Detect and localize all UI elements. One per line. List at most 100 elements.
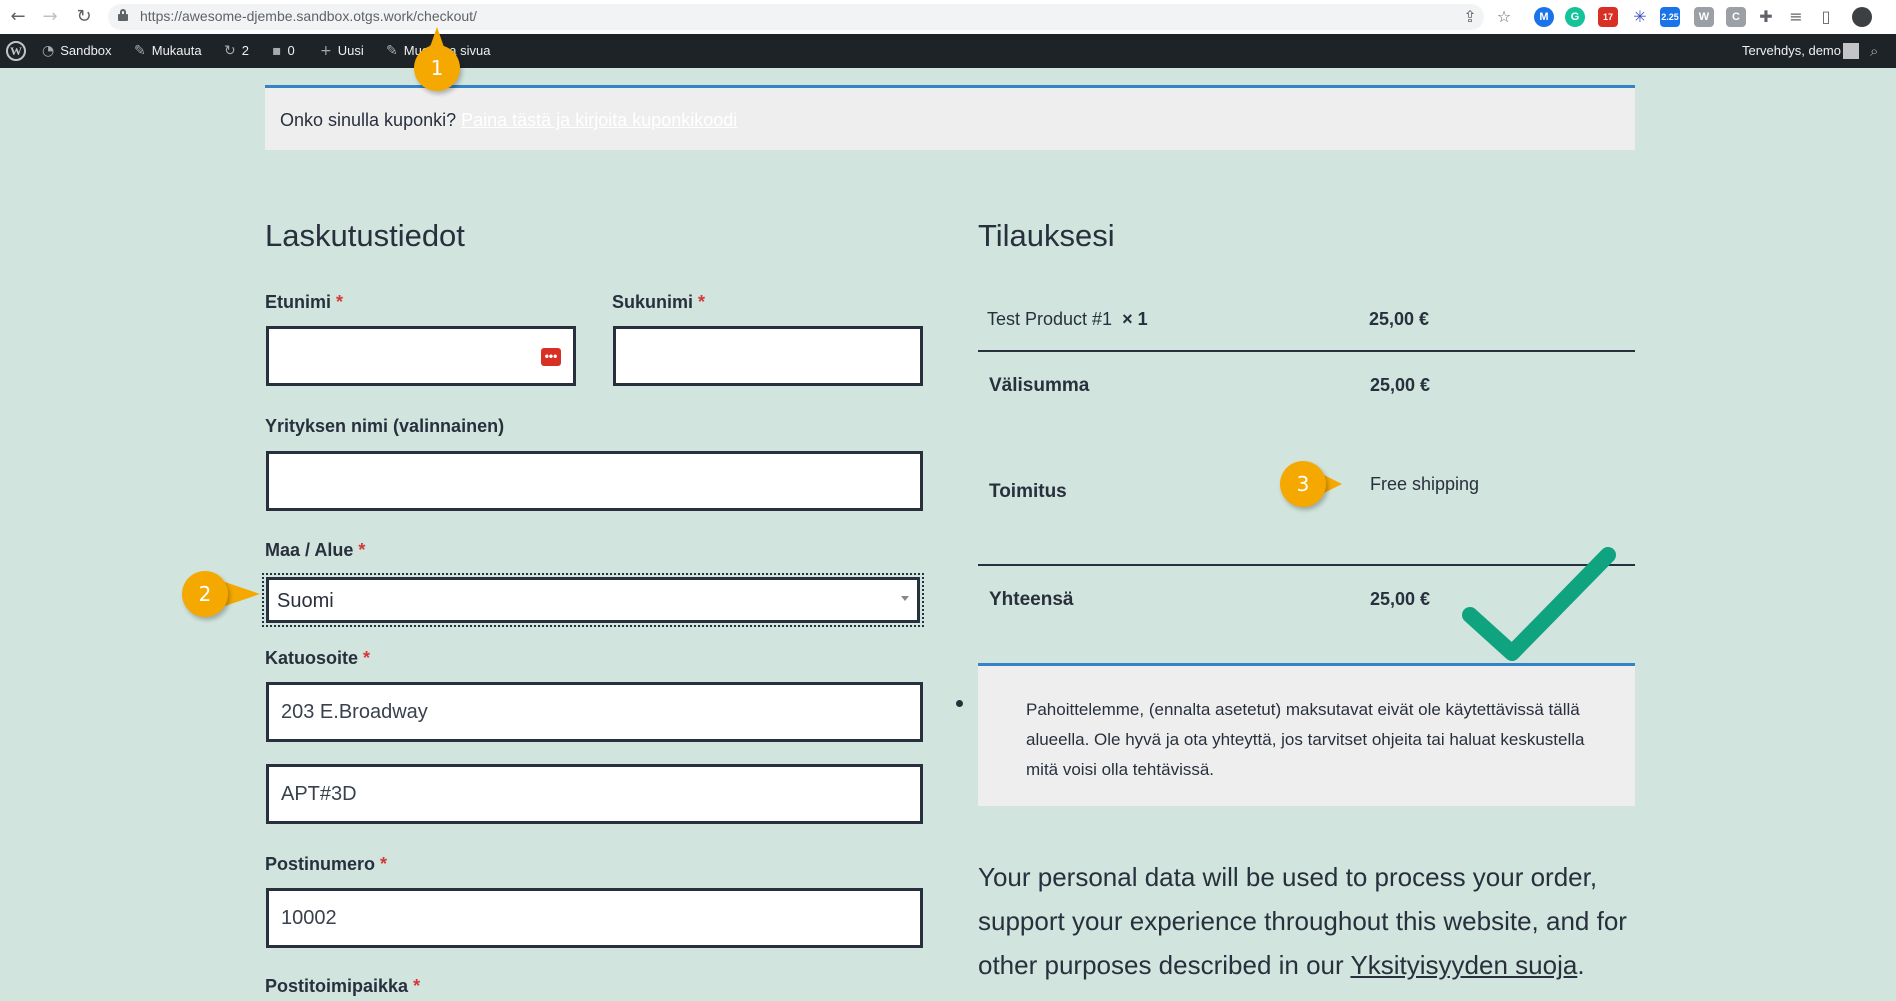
subtotal-label: Välisumma [989,375,1090,396]
password-manager-icon[interactable]: ••• [541,348,561,366]
coupon-text: Onko sinulla kuponki? Paina tästä ja kir… [280,110,737,131]
billing-heading: Laskutustiedot [265,218,465,253]
last-name-label-text: Sukunimi [612,292,694,312]
country-select[interactable]: Suomi [266,577,920,623]
profile-avatar-icon[interactable] [1852,7,1872,27]
annotation-marker-1: 1 [414,27,468,91]
plus-icon: + [320,43,332,59]
malwarebytes-icon[interactable]: M [1534,7,1554,27]
product-quantity: × 1 [1122,309,1148,329]
marker-number: 3 [1296,472,1310,496]
privacy-policy-link[interactable]: Yksityisyyden suoja [1350,950,1577,980]
admin-search-icon[interactable]: ⌕ [1870,34,1878,68]
company-input[interactable] [266,451,923,511]
updates-count: 2 [241,43,249,58]
updates-icon: ↻ [224,43,236,59]
order-product-total: 25,00 € [1369,309,1430,329]
checkmark-icon [1462,547,1616,661]
bookmark-star-icon[interactable]: ☆ [1494,7,1514,27]
privacy-end: . [1577,950,1585,980]
street-address-2-input[interactable]: APT#3D [266,764,923,824]
payment-notice-text: Pahoittelemme, (ennalta asetetut) maksut… [1026,700,1585,779]
admin-greeting: Tervehdys, demo [1742,43,1841,58]
first-name-input[interactable]: ••• [266,326,576,386]
admin-avatar[interactable] [1843,43,1859,59]
last-name-label: Sukunimi * [612,292,705,313]
extension-badge-icon[interactable]: 17 [1598,7,1618,27]
last-name-input[interactable] [613,326,923,386]
required-mark: * [413,976,421,996]
list-bullet [956,700,963,707]
admin-site-link[interactable]: ◔ Sandbox [42,34,112,68]
extensions-puzzle-icon[interactable]: ✚ [1756,7,1776,27]
street-label: Katuosoite * [265,648,370,669]
postcode-label-text: Postinumero [265,854,376,874]
total-label: Yhteensä [989,589,1074,610]
admin-site-label: Sandbox [60,43,112,58]
back-icon[interactable]: ← [6,5,30,29]
privacy-text: Your personal data will be used to proce… [978,855,1638,987]
admin-new-label: Uusi [337,43,364,58]
annotation-marker-2: 2 [182,571,260,617]
required-mark: * [698,292,706,312]
pencil-icon: ✎ [386,43,398,59]
country-select-value: Suomi [277,590,334,612]
grammarly-icon[interactable]: G [1565,7,1585,27]
coupon-notice: Onko sinulla kuponki? Paina tästä ja kir… [265,85,1635,150]
first-name-label-text: Etunimi [265,292,331,312]
extension-counter-icon[interactable]: 2.25 [1660,7,1680,27]
c-extension-icon[interactable]: C [1726,7,1746,27]
comments-count: 0 [287,43,295,58]
side-panel-icon[interactable]: ▯ [1816,7,1836,27]
country-label: Maa / Alue * [265,540,365,561]
shipping-value: Free shipping [1370,474,1480,494]
admin-updates-link[interactable]: ↻ 2 [224,34,249,68]
coupon-link[interactable]: Paina tästä ja kirjoita kuponkikoodi [461,110,737,130]
postcode-input[interactable]: 10002 [266,888,923,948]
marker-number: 2 [198,582,212,606]
marker-number: 1 [430,56,444,80]
forward-icon[interactable]: → [38,5,62,29]
dashboard-icon: ◔ [42,43,55,59]
reload-icon[interactable]: ↻ [72,5,96,29]
subtotal-value: 25,00 € [1370,375,1431,395]
required-mark: * [380,854,388,874]
payment-unavailable-notice: Pahoittelemme, (ennalta asetetut) maksut… [978,663,1635,806]
admin-customize-link[interactable]: ✎ Mukauta [134,34,202,68]
coupon-question: Onko sinulla kuponki? [280,110,457,130]
comment-icon: ▪ [272,43,282,59]
annotation-marker-3: 3 [1280,461,1342,507]
order-product-name: Test Product #1 × 1 [987,309,1148,330]
share-icon[interactable]: ⇪ [1460,7,1480,27]
admin-account-link[interactable]: Tervehdys, demo [1742,34,1841,68]
wordpress-logo-icon[interactable]: W [6,41,26,61]
wp-admin-bar: W ◔Sandbox ✎Mukauta ↻2 ▪0 +Uusi ✎Muokkaa… [0,34,1896,68]
browser-toolbar: ← → ↻ https://awesome-djembe.sandbox.otg… [0,0,1896,34]
chevron-down-icon[interactable] [901,596,909,601]
wordpress-extension-icon[interactable]: W [1694,7,1714,27]
url-text[interactable]: https://awesome-djembe.sandbox.otgs.work… [140,8,477,24]
brush-icon: ✎ [134,43,146,59]
snowflake-extension-icon[interactable]: ✳ [1630,7,1650,27]
product-name: Test Product #1 [987,309,1113,329]
total-value: 25,00 € [1370,589,1431,609]
city-label: Postitoimipaikka * [265,976,420,997]
street-address-1-input[interactable]: 203 E.Broadway [266,682,923,742]
lock-icon[interactable] [118,9,128,21]
city-label-text: Postitoimipaikka [265,976,409,996]
street-label-text: Katuosoite [265,648,359,668]
admin-customize-label: Mukauta [151,43,202,58]
shipping-label: Toimitus [989,481,1067,502]
admin-new-link[interactable]: + Uusi [320,34,364,68]
required-mark: * [363,648,371,668]
country-label-text: Maa / Alue [265,540,354,560]
order-heading: Tilauksesi [978,218,1115,253]
required-mark: * [358,540,366,560]
company-label: Yrityksen nimi (valinnainen) [265,416,505,436]
admin-comments-link[interactable]: ▪ 0 [272,34,295,68]
order-divider [978,350,1635,352]
first-name-label: Etunimi * [265,292,343,313]
required-mark: * [336,292,344,312]
reading-list-icon[interactable]: ≡ [1786,7,1806,27]
postcode-label: Postinumero * [265,854,387,875]
